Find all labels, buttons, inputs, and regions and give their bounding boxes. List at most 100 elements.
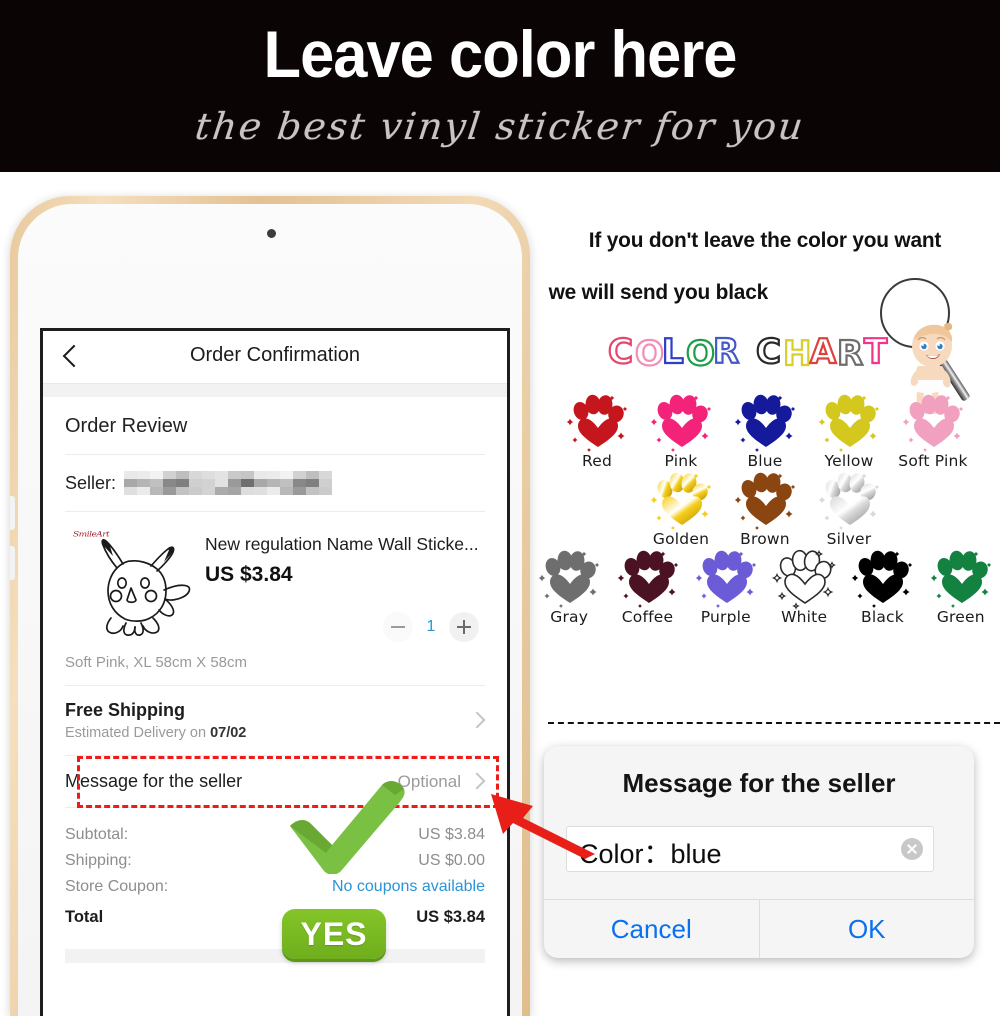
mosaic-block [267, 487, 281, 495]
paw-color-swatch: Pink [639, 392, 723, 470]
product-row[interactable]: SmileArt New regulation Name Wall Sticke… [65, 512, 485, 650]
chart-letter: R [712, 331, 740, 373]
app-navbar: Order Confirmation [43, 331, 507, 384]
paw-color-label: Coffee [621, 608, 674, 626]
shipping-estimate-date: 07/02 [210, 725, 247, 741]
quantity-stepper[interactable]: 1 [383, 612, 479, 642]
paw-color-label: Brown [740, 530, 790, 548]
mosaic-block [254, 479, 268, 487]
mosaic-block [280, 479, 294, 487]
mosaic-block [176, 479, 190, 487]
mosaic-block [202, 487, 216, 495]
mosaic-block [215, 487, 229, 495]
chart-letter: R [836, 333, 864, 375]
mosaic-block [150, 471, 164, 479]
table-row: Store Coupon: No coupons available [65, 874, 485, 900]
mosaic-block [267, 471, 281, 479]
mosaic-block [319, 479, 333, 487]
mosaic-block [137, 479, 151, 487]
section-gap [65, 949, 485, 963]
mosaic-block [319, 471, 333, 479]
mosaic-block [150, 479, 164, 487]
mosaic-block [319, 487, 333, 495]
paw-row: Red Pink Blue Yellow Soft Pink [530, 392, 1000, 470]
mosaic-block [254, 471, 268, 479]
chart-letter: C [755, 331, 782, 373]
banner-subtitle: the best vinyl sticker for you [192, 105, 808, 148]
phone-volume-button-up [10, 496, 15, 530]
shipping-row[interactable]: Free Shipping Estimated Delivery on 07/0… [65, 686, 486, 755]
mosaic-block [176, 487, 190, 495]
mosaic-block [124, 471, 138, 479]
ok-button[interactable]: OK [760, 900, 975, 958]
paw-row: Golden Brown Silver [530, 470, 1000, 548]
paw-color-swatch: Coffee [608, 548, 686, 626]
mosaic-block [228, 471, 242, 479]
mosaic-block [280, 471, 294, 479]
watermark-text: SmileArt [73, 531, 110, 539]
minus-icon[interactable] [383, 612, 413, 642]
paw-color-swatch: Silver [807, 470, 891, 548]
order-review-section: Order Review Seller: SmileArt New regula… [43, 397, 507, 963]
message-dialog: Message for the seller Color：blue Cancel… [544, 746, 974, 958]
seller-row[interactable]: Seller: [65, 455, 485, 511]
order-review-heading: Order Review [65, 415, 188, 437]
product-price: US $3.84 [205, 563, 293, 586]
product-title: New regulation Name Wall Sticke... [205, 534, 479, 554]
mosaic-block [124, 487, 138, 495]
total-label: Total [65, 908, 104, 926]
paw-color-swatch: Green [922, 548, 1000, 626]
product-variant: Soft Pink, XL 58cm X 58cm [65, 654, 248, 671]
mosaic-block [254, 487, 268, 495]
paw-color-label: Yellow [824, 452, 874, 470]
paw-color-swatch: White [765, 548, 843, 626]
paw-color-label: Blue [747, 452, 783, 470]
paw-print-icon [650, 472, 712, 530]
chart-letter: O [634, 333, 665, 375]
dialog-button-bar: Cancel OK [544, 899, 974, 958]
paw-color-label: Pink [664, 452, 698, 470]
mosaic-block [163, 471, 177, 479]
paw-color-label: Gray [550, 608, 589, 626]
mosaic-block [176, 471, 190, 479]
cancel-button[interactable]: Cancel [544, 900, 759, 958]
paw-print-icon [566, 394, 628, 452]
chart-letter: A [809, 331, 838, 373]
clear-circle-icon[interactable] [901, 838, 923, 860]
yes-badge-label: YES [300, 916, 368, 952]
mosaic-block [163, 487, 177, 495]
page-title: Order Confirmation [189, 344, 361, 366]
mosaic-block [241, 471, 255, 479]
shipping-estimate: Estimated Delivery on 07/02 [65, 725, 485, 741]
paw-print-icon [734, 394, 796, 452]
chart-letter: H [782, 333, 813, 375]
chart-letter: O [685, 333, 716, 375]
mosaic-block [137, 487, 151, 495]
message-input[interactable]: Color：blue [566, 826, 934, 872]
mosaic-block [306, 487, 320, 495]
mosaic-block [228, 479, 242, 487]
mosaic-block [189, 479, 203, 487]
product-thumbnail: SmileArt [65, 526, 197, 644]
header-banner: Leave color here the best vinyl sticker … [0, 0, 1000, 172]
headline-line-1: If you don't leave the color you want [588, 228, 942, 252]
mosaic-block [280, 487, 294, 495]
store-coupon-link[interactable]: No coupons available [332, 878, 485, 896]
paw-color-swatch: Red [555, 392, 639, 470]
color-chart-wordmark: COLORCHART [607, 331, 908, 375]
mosaic-block [293, 487, 307, 495]
shipping-title: Free Shipping [65, 700, 186, 720]
dialog-title: Message for the seller [622, 768, 896, 798]
paw-row: Gray Coffee Purple White Black Green [530, 548, 1000, 626]
paw-color-swatch: Soft Pink [891, 392, 975, 470]
banner-title: Leave color here [263, 17, 738, 91]
mosaic-block [215, 471, 229, 479]
paw-color-swatch: Purple [687, 548, 765, 626]
paw-color-swatch: Brown [723, 470, 807, 548]
mosaic-block [241, 479, 255, 487]
phone-sensor-dot [267, 229, 276, 238]
plus-icon[interactable] [449, 612, 479, 642]
total-value: US $3.84 [418, 826, 485, 843]
message-for-seller-row[interactable]: Message for the seller Optional [65, 756, 499, 808]
total-label: Store Coupon: [65, 878, 169, 895]
